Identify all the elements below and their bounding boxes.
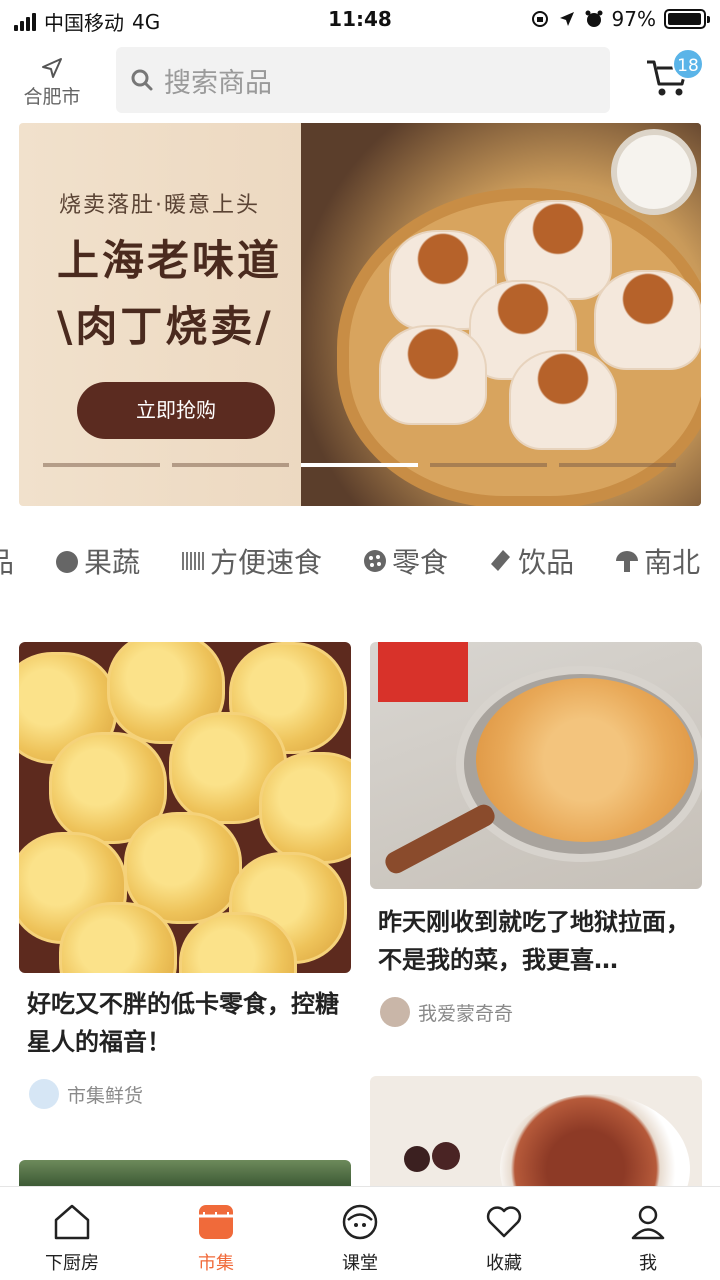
tab-label: 市集 xyxy=(198,1253,234,1274)
battery-icon xyxy=(664,9,710,29)
carousel-indicator xyxy=(43,463,676,467)
feed-card[interactable]: 好吃又不胖的低卡零食，控糖星人的福音！ 市集鲜货 xyxy=(19,642,351,1109)
feed-card-author[interactable]: 市集鲜货 xyxy=(19,1079,351,1109)
banner-subtitle: 烧卖落肚·暖意上头 xyxy=(59,193,260,218)
snack-chips-image xyxy=(19,642,351,973)
avatar xyxy=(380,997,410,1027)
status-bar: 中国移动 4G 11:48 97% xyxy=(0,0,720,40)
feed-card[interactable] xyxy=(370,1076,702,1186)
category-snacks[interactable]: 零食 xyxy=(362,541,448,581)
mushroom-icon xyxy=(616,551,639,572)
category-fruit-veg[interactable]: 果蔬 xyxy=(54,541,140,581)
feed-card-title: 好吃又不胖的低卡零食，控糖星人的福音！ xyxy=(27,990,339,1056)
noodle-icon xyxy=(182,552,205,570)
tab-me[interactable]: 我 xyxy=(576,1187,720,1280)
search-icon xyxy=(131,69,153,91)
carousel-dot-active[interactable] xyxy=(301,463,418,467)
rotation-lock-icon xyxy=(531,11,548,27)
tab-favorites[interactable]: 收藏 xyxy=(432,1187,576,1280)
feed-card-author[interactable]: 我爱蒙奇奇 xyxy=(370,997,702,1027)
fruit-icon xyxy=(56,551,79,573)
author-name: 我爱蒙奇奇 xyxy=(418,1002,514,1025)
feed-card[interactable]: 昨天刚收到就吃了地狱拉面，不是我的菜，我更喜… 我爱蒙奇奇 xyxy=(370,642,702,1027)
bamboo-steamer xyxy=(337,188,701,506)
avatar xyxy=(29,1079,59,1109)
bottle-icon xyxy=(491,550,511,571)
buy-now-button[interactable]: 立即抢购 xyxy=(77,382,275,439)
dessert-image xyxy=(370,1076,702,1186)
category-strip: 品 果蔬 方便速食 零食 饮品 南北 xyxy=(0,536,720,586)
carousel-dot[interactable] xyxy=(172,463,289,467)
banner-title-line2: \肉丁烧卖/ xyxy=(57,302,274,351)
tab-kitchen[interactable]: 下厨房 xyxy=(0,1187,144,1280)
tab-classroom[interactable]: 课堂 xyxy=(288,1187,432,1280)
cookie-icon xyxy=(364,550,387,572)
category-drinks[interactable]: 饮品 xyxy=(488,541,574,581)
carousel-dot[interactable] xyxy=(430,463,547,467)
heart-icon xyxy=(486,1206,522,1238)
category-label: 零食 xyxy=(392,546,449,579)
category-label: 饮品 xyxy=(518,546,575,579)
location-selector[interactable]: 合肥市 xyxy=(14,56,90,109)
category-instant-food[interactable]: 方便速食 xyxy=(180,541,322,581)
home-icon xyxy=(54,1204,90,1240)
feed-card-title: 昨天刚收到就吃了地狱拉面，不是我的菜，我更喜… xyxy=(378,908,690,974)
category-partial[interactable]: 品 xyxy=(0,541,14,581)
banner-title-line1: 上海老味道 xyxy=(57,236,283,285)
carousel-dot[interactable] xyxy=(559,463,676,467)
class-icon xyxy=(342,1204,378,1240)
search-bar[interactable]: 搜索商品 xyxy=(116,47,610,113)
navigation-icon xyxy=(42,58,62,78)
category-dry-goods[interactable]: 南北 xyxy=(614,541,700,581)
rice-bowl xyxy=(611,129,697,215)
location-arrow-icon xyxy=(559,12,574,26)
tab-market[interactable]: 市集 xyxy=(144,1187,288,1280)
feed-card[interactable] xyxy=(19,1160,351,1186)
location-label: 合肥市 xyxy=(23,86,81,108)
bottom-tab-bar: 下厨房 市集 课堂 收藏 我 xyxy=(0,1186,720,1280)
category-label: 方便速食 xyxy=(210,546,323,579)
tab-label: 我 xyxy=(639,1253,657,1274)
battery-percent: 97% xyxy=(611,7,656,31)
tab-label: 课堂 xyxy=(342,1253,378,1274)
cart-button[interactable]: 18 xyxy=(644,48,704,114)
promo-banner[interactable]: 烧卖落肚·暖意上头 上海老味道 \肉丁烧卖/ 立即抢购 xyxy=(19,123,701,506)
alarm-icon xyxy=(585,10,603,27)
greens-image xyxy=(19,1160,351,1186)
user-icon xyxy=(631,1205,665,1240)
category-label: 果蔬 xyxy=(84,546,141,579)
category-label: 品 xyxy=(0,546,15,579)
carousel-dot[interactable] xyxy=(43,463,160,467)
author-name: 市集鲜货 xyxy=(67,1084,144,1107)
header: 合肥市 搜索商品 18 xyxy=(0,40,720,120)
tab-label: 下厨房 xyxy=(45,1253,99,1274)
category-label: 南北 xyxy=(644,546,701,579)
noodle-soup-image xyxy=(370,642,702,889)
tab-label: 收藏 xyxy=(486,1253,522,1274)
cart-count-badge: 18 xyxy=(672,48,704,80)
search-placeholder: 搜索商品 xyxy=(164,67,272,99)
market-icon xyxy=(199,1205,233,1239)
